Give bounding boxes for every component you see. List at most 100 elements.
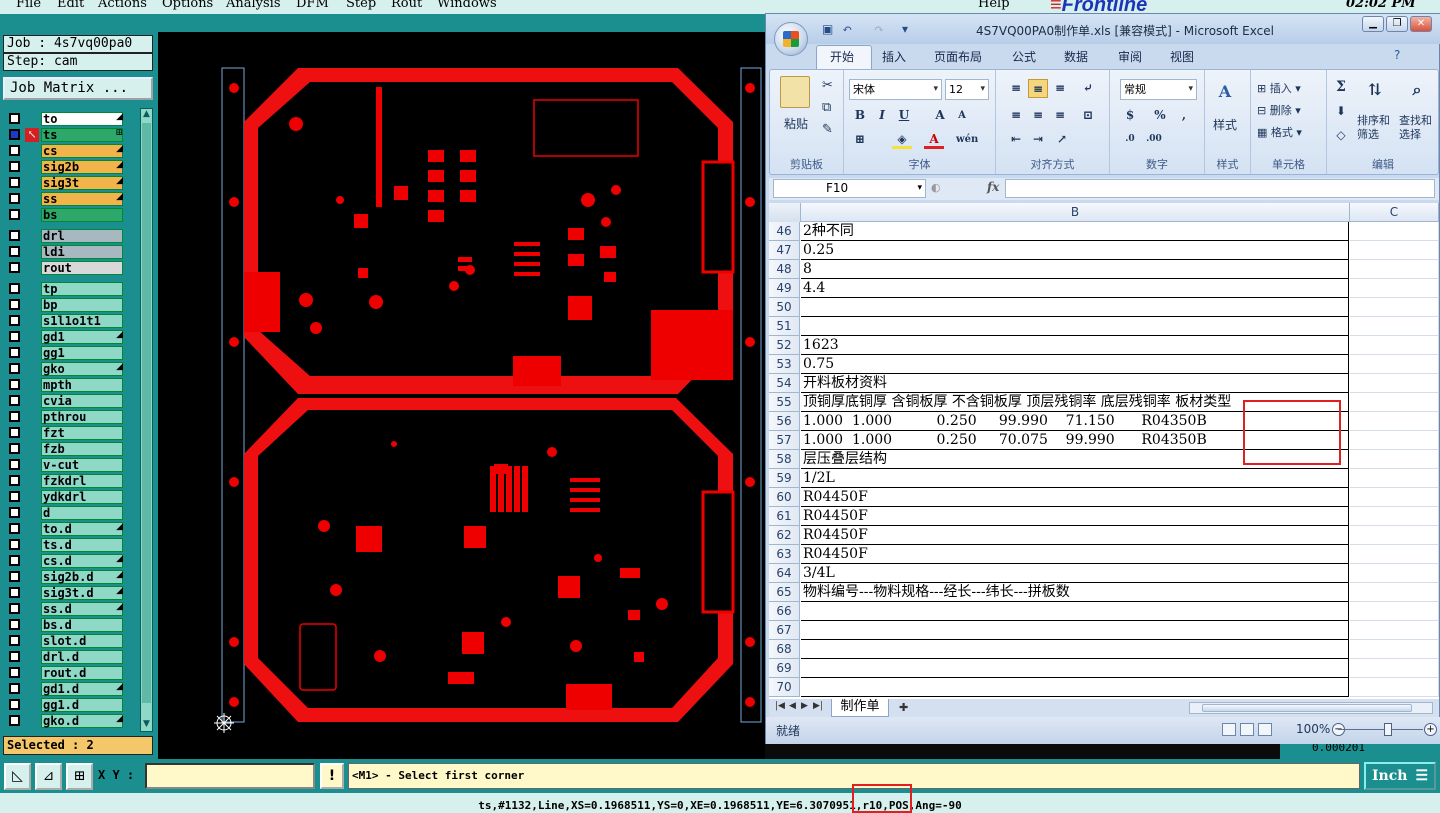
snap-grid-icon[interactable]: ⊞ (66, 763, 93, 790)
row-header[interactable]: 68 (769, 640, 800, 659)
cell-b[interactable]: 4.4 (801, 279, 1349, 298)
units-selector[interactable]: Inch ☰ (1364, 762, 1436, 790)
cell-c[interactable] (1350, 678, 1439, 697)
layer-name[interactable]: sig3t (41, 176, 123, 190)
cell-c[interactable] (1350, 488, 1439, 507)
font-name-select[interactable]: 宋体 (849, 79, 942, 100)
autosum-icon[interactable]: Σ (1331, 78, 1351, 97)
cell-b[interactable]: R04450F (801, 507, 1349, 526)
next-sheet-icon[interactable]: ▶ (801, 701, 808, 711)
excel-window[interactable]: ▣ ↶ ↷ ▾ 4S7VQ00PA0制作单.xls [兼容模式] - Micro… (765, 13, 1440, 744)
layer-checkbox[interactable] (9, 587, 20, 598)
phonetic-icon[interactable]: wén (956, 130, 978, 149)
measure-icon[interactable]: ⊿ (35, 763, 62, 790)
cell-b[interactable]: 1623 (801, 336, 1349, 355)
cell-b[interactable] (801, 602, 1349, 621)
layer-scrollbar[interactable]: ▲ ▼ (140, 108, 153, 732)
row-header[interactable]: 55 (769, 393, 800, 412)
layer-name[interactable]: drl (41, 229, 123, 243)
layer-checkbox[interactable] (9, 113, 20, 124)
layer-name[interactable]: bs (41, 208, 123, 222)
layer-row[interactable]: sig3t.d ◢ (5, 586, 125, 600)
scroll-up-icon[interactable]: ▲ (141, 109, 152, 121)
layer-row[interactable]: rout (5, 261, 125, 275)
prev-sheet-icon[interactable]: ◀ (789, 701, 796, 711)
tab-page-layout[interactable]: 页面布局 (934, 48, 982, 65)
row-header[interactable]: 54 (769, 374, 800, 393)
layer-row[interactable]: sig2b ◢ (5, 160, 125, 174)
row-header[interactable]: 57 (769, 431, 800, 450)
shrink-font-icon[interactable]: A (952, 106, 972, 125)
worksheet-grid[interactable]: B C 46 2种不同 47 0.25 48 8 49 4.4 50 51 52 1623 53 0.75… (769, 203, 1439, 699)
layer-checkbox[interactable] (9, 209, 20, 220)
layer-row[interactable]: ydkdrl (5, 490, 125, 504)
font-size-select[interactable]: 12 (945, 79, 989, 100)
comma-icon[interactable]: , (1174, 106, 1194, 125)
find-select-button[interactable]: 查找和选择 (1399, 114, 1439, 142)
format-painter-icon[interactable]: ✎ (822, 122, 833, 137)
wrap-text-icon[interactable]: ⤶ (1078, 79, 1098, 98)
menu-options[interactable]: Options (162, 0, 213, 11)
layer-name[interactable]: pthrou (41, 410, 123, 424)
column-b[interactable]: B (801, 203, 1350, 222)
layer-row[interactable]: bs (5, 208, 125, 222)
fill-color-icon[interactable]: ◈ (892, 130, 912, 149)
layer-name[interactable]: d (41, 506, 123, 520)
layer-name[interactable]: fzt (41, 426, 123, 440)
redo-icon[interactable]: ↷ (874, 22, 884, 36)
layer-row[interactable]: ts.d (5, 538, 125, 552)
layer-name[interactable]: ss (41, 192, 123, 206)
tab-view[interactable]: 视图 (1170, 48, 1194, 65)
cell-b[interactable] (801, 659, 1349, 678)
layer-row[interactable]: slot.d (5, 634, 125, 648)
row-header[interactable]: 61 (769, 507, 800, 526)
cell-c[interactable] (1350, 279, 1439, 298)
layer-checkbox[interactable] (9, 475, 20, 486)
cell-c[interactable] (1350, 621, 1439, 640)
layer-checkbox[interactable] (9, 193, 20, 204)
cell-b[interactable]: R04450F (801, 526, 1349, 545)
page-layout-view-icon[interactable] (1240, 723, 1254, 736)
layer-checkbox[interactable] (9, 555, 20, 566)
align-top-icon[interactable]: ≡ (1006, 79, 1026, 98)
layer-row[interactable]: bs.d (5, 618, 125, 632)
sort-filter-icon[interactable]: ⇅ (1365, 80, 1385, 99)
cell-c[interactable] (1350, 393, 1439, 412)
layer-name[interactable]: s1l1o1t1 (41, 314, 123, 328)
layer-name[interactable]: slot.d (41, 634, 123, 648)
font-color-icon[interactable]: A (924, 130, 944, 149)
layer-row[interactable]: fzb (5, 442, 125, 456)
zoom-track[interactable] (1338, 729, 1423, 730)
layer-row[interactable]: cvia (5, 394, 125, 408)
layer-name[interactable]: rout.d (41, 666, 123, 680)
zoom-level[interactable]: 100% (1296, 722, 1330, 736)
percent-icon[interactable]: % (1150, 106, 1170, 125)
layer-row[interactable]: to.d ◢ (5, 522, 125, 536)
layer-name[interactable]: gd1.d (41, 682, 123, 696)
increase-decimal-icon[interactable]: .0 (1120, 130, 1140, 149)
orientation-icon[interactable]: ↗ (1052, 130, 1072, 149)
sheet-tab[interactable]: 制作单 (831, 699, 889, 717)
layer-checkbox[interactable] (9, 667, 20, 678)
clear-icon[interactable]: ◇ (1331, 126, 1351, 145)
qat-customize-icon[interactable]: ▾ (902, 22, 908, 36)
layer-row[interactable]: d (5, 506, 125, 520)
layer-row[interactable]: mpth (5, 378, 125, 392)
format-cells-button[interactable]: ▦ 格式 ▾ (1257, 124, 1302, 140)
layer-row[interactable]: fzt (5, 426, 125, 440)
layer-row[interactable]: fzkdrl (5, 474, 125, 488)
menu-help[interactable]: Help (978, 0, 1010, 11)
minimize-button[interactable]: ▁ (1362, 16, 1384, 32)
paste-button[interactable]: 粘贴 (784, 115, 808, 132)
align-right-icon[interactable]: ≡ (1050, 106, 1070, 125)
align-left-icon[interactable]: ≡ (1006, 106, 1026, 125)
layer-row[interactable]: ss.d ◢ (5, 602, 125, 616)
layer-checkbox[interactable] (9, 145, 20, 156)
layer-name[interactable]: v-cut (41, 458, 123, 472)
layer-row[interactable]: ↖ ts ⊞ (5, 128, 125, 142)
layer-checkbox[interactable] (9, 411, 20, 422)
align-bottom-icon[interactable]: ≡ (1050, 79, 1070, 98)
row-header[interactable]: 48 (769, 260, 800, 279)
grow-font-icon[interactable]: A (930, 106, 950, 125)
layer-row[interactable]: v-cut (5, 458, 125, 472)
